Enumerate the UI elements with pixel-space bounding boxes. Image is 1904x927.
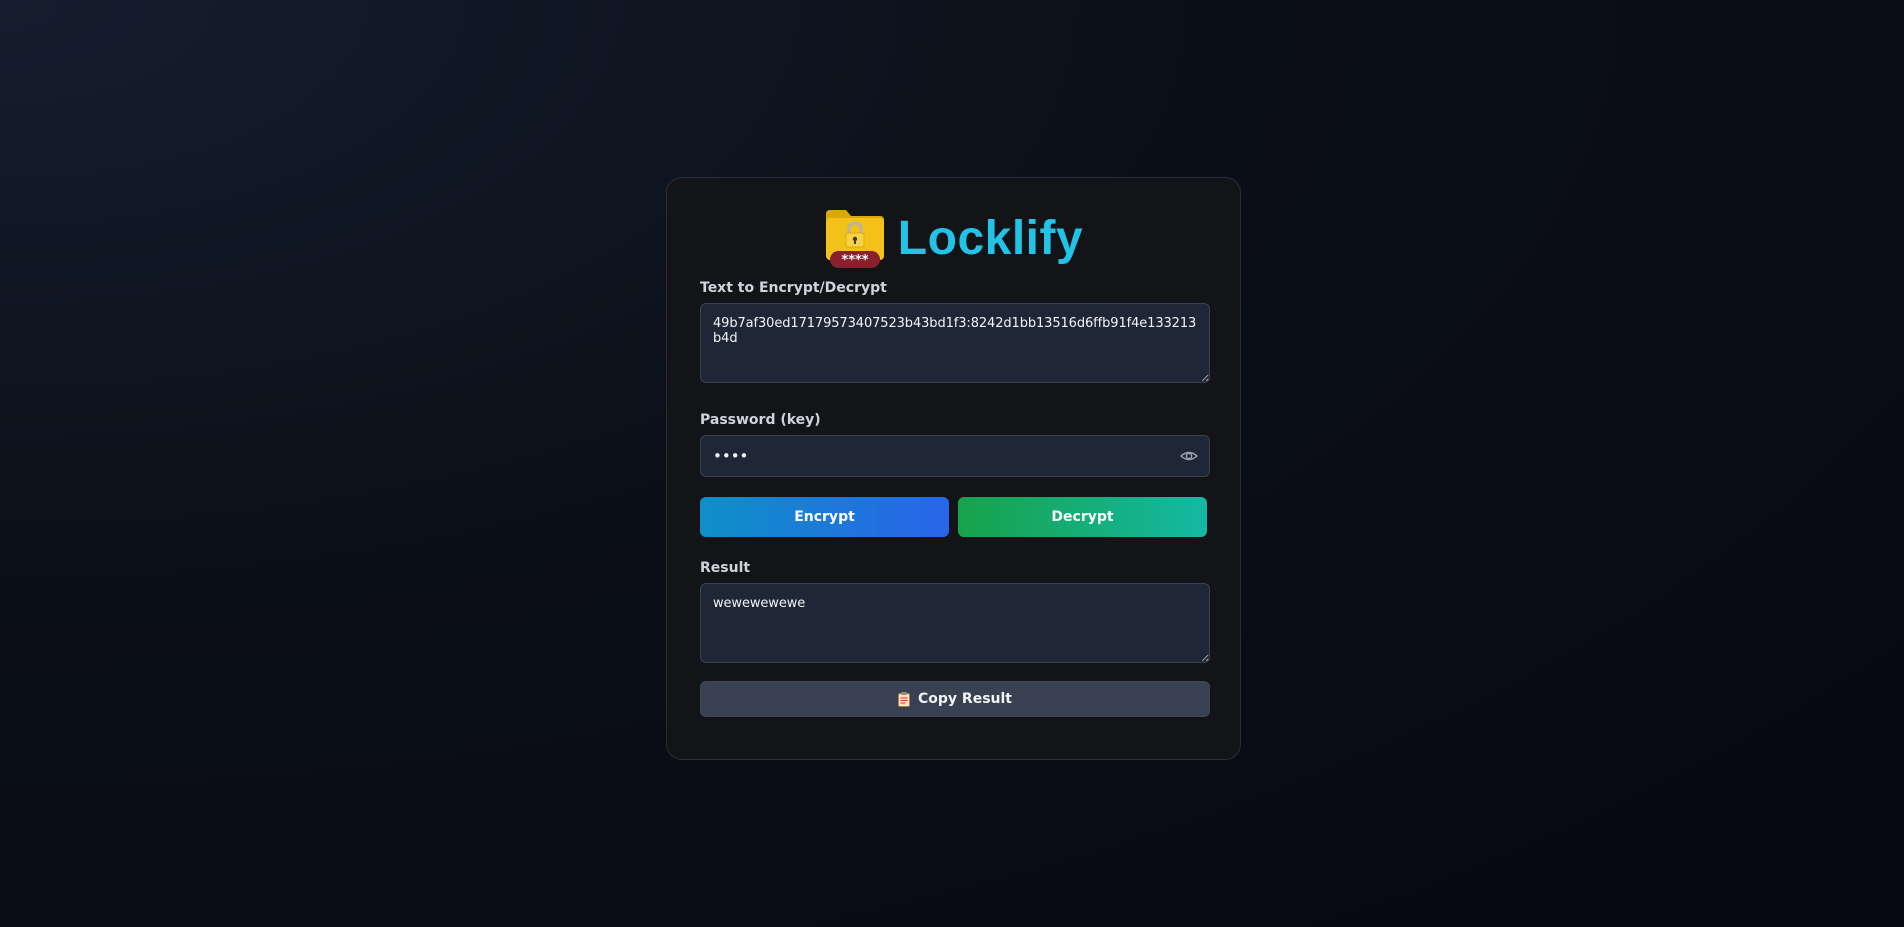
locked-folder-icon: **** — [824, 208, 886, 270]
logo-badge-text: **** — [841, 253, 868, 268]
encryption-card: **** Locklify Text to Encrypt/Decrypt 49… — [666, 177, 1241, 760]
text-field-group: Text to Encrypt/Decrypt 49b7af30ed171795… — [700, 279, 1210, 383]
text-input[interactable]: 49b7af30ed17179573407523b43bd1f3:8242d1b… — [700, 303, 1210, 383]
action-buttons: Encrypt Decrypt — [700, 497, 1207, 537]
result-output[interactable]: wewewewewe — [700, 583, 1210, 663]
app-header: **** Locklify — [700, 208, 1207, 270]
copy-result-button[interactable]: Copy Result — [700, 681, 1210, 717]
app-title: Locklify — [897, 212, 1084, 265]
encrypt-button[interactable]: Encrypt — [700, 497, 949, 537]
result-field-group: Result wewewewewe — [700, 559, 1210, 663]
password-field-label: Password (key) — [700, 412, 821, 428]
text-field-label: Text to Encrypt/Decrypt — [700, 280, 887, 296]
clipboard-icon — [898, 691, 910, 707]
password-field-group: Password (key) — [700, 411, 1210, 477]
copy-result-label: Copy Result — [918, 691, 1012, 707]
result-field-label: Result — [700, 560, 751, 576]
decrypt-button[interactable]: Decrypt — [958, 497, 1207, 537]
eye-icon[interactable] — [1179, 448, 1199, 464]
password-wrapper — [700, 435, 1210, 477]
password-input[interactable] — [700, 435, 1210, 477]
